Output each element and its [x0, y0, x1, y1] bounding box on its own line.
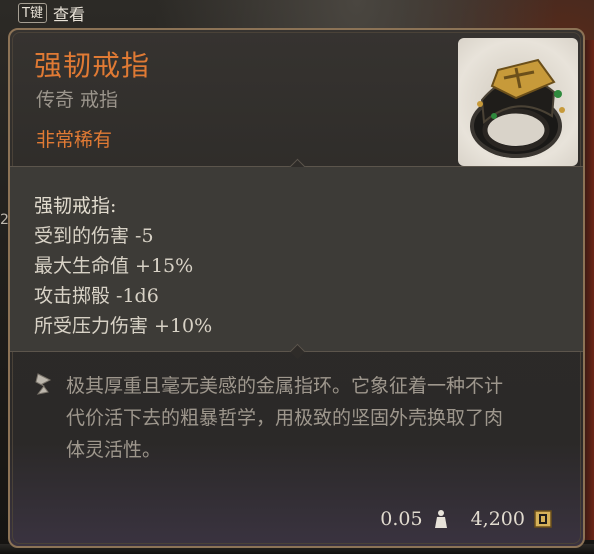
gold-coin-icon: [533, 508, 553, 530]
inspect-key[interactable]: T键: [18, 3, 47, 23]
item-name: 强韧戒指: [34, 49, 151, 82]
stat-line: 受到的伤害 -5: [34, 225, 154, 247]
item-category: 传奇 戒指: [36, 89, 119, 111]
weight-icon: [431, 508, 451, 530]
item-value: 4,200: [470, 508, 525, 530]
item-tooltip: 强韧戒指 传奇 戒指 非常稀有 强韧戒指: 受到的伤害 -5 最大生命值 +15…: [8, 28, 585, 548]
stats-panel: 强韧戒指: 受到的伤害 -5 最大生命值 +15% 攻击掷骰 -1d6 所受压力…: [10, 167, 583, 351]
tooltip-footer: 0.05 4,200: [380, 508, 553, 530]
background-right-edge: [584, 40, 594, 540]
quill-icon: [32, 372, 56, 396]
item-weight: 0.05: [380, 508, 423, 530]
stat-line: 所受压力伤害 +10%: [34, 315, 213, 337]
tooltip-header: 强韧戒指 传奇 戒指 非常稀有: [10, 30, 583, 166]
stats-title: 强韧戒指:: [34, 195, 117, 217]
ring-icon: [458, 38, 578, 166]
item-rarity: 非常稀有: [36, 129, 113, 151]
item-description: 极其厚重且毫无美感的金属指环。它象征着一种不计 代价活下去的粗暴哲学，用极致的坚…: [66, 375, 504, 461]
stat-line: 攻击掷骰 -1d6: [34, 285, 159, 307]
stat-line: 最大生命值 +15%: [34, 255, 194, 277]
inspect-hint[interactable]: T键 查看: [18, 1, 85, 25]
inspect-label: 查看: [52, 5, 85, 24]
